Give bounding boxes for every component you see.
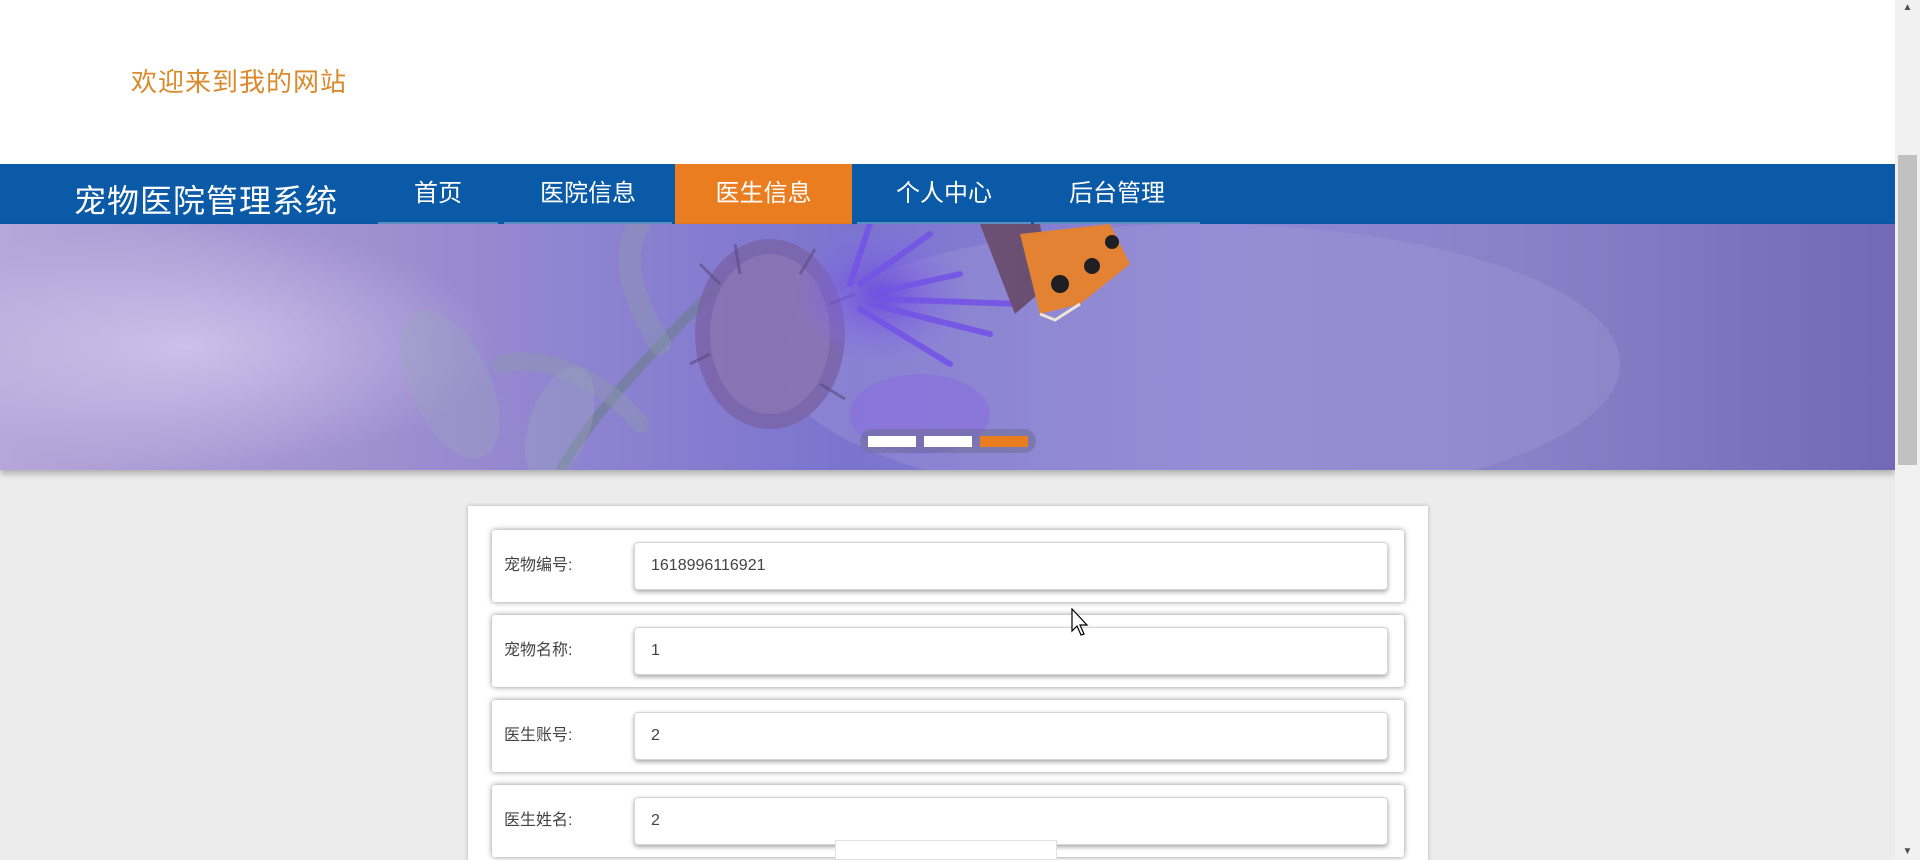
carousel-dot-2[interactable] [924, 436, 972, 447]
carousel-indicators [860, 429, 1036, 453]
detail-form-card: 宠物编号: 宠物名称: 医生账号: 医生姓名: [468, 506, 1428, 860]
site-brand[interactable]: 宠物医院管理系统 [74, 176, 338, 222]
bottom-floating-tab[interactable] [835, 840, 1057, 860]
top-header: 欢迎来到我的网站 [0, 0, 1895, 164]
carousel-dot-3[interactable] [980, 436, 1028, 447]
carousel-dot-1[interactable] [868, 436, 916, 447]
scrollbar-thumb[interactable] [1898, 155, 1917, 465]
page-scrollbar[interactable]: ▲ ▼ [1895, 0, 1920, 860]
pet-name-input[interactable] [634, 627, 1388, 675]
pet-name-label: 宠物名称: [504, 642, 573, 659]
page-viewport: 欢迎来到我的网站 宠物医院管理系统 首页 医院信息 医生信息 个人中心 后台管理 [0, 0, 1895, 860]
doctor-name-label: 医生姓名: [504, 812, 573, 829]
nav-item-hospital-info[interactable]: 医院信息 [504, 164, 672, 224]
welcome-text: 欢迎来到我的网站 [131, 67, 348, 97]
pet-id-input[interactable] [634, 542, 1388, 590]
main-navbar: 宠物医院管理系统 首页 医院信息 医生信息 个人中心 后台管理 [0, 164, 1895, 224]
form-row-doctor-account: 医生账号: [492, 700, 1404, 772]
form-row-pet-id: 宠物编号: [492, 530, 1404, 602]
mouse-cursor-icon [1071, 608, 1089, 636]
nav-item-admin[interactable]: 后台管理 [1034, 164, 1200, 224]
scroll-up-icon[interactable]: ▲ [1895, 0, 1920, 16]
doctor-account-label: 医生账号: [504, 727, 573, 744]
pet-id-label: 宠物编号: [504, 557, 573, 574]
banner-carousel[interactable] [0, 224, 1895, 470]
nav-item-home[interactable]: 首页 [378, 164, 498, 224]
nav-item-doctor-info[interactable]: 医生信息 [675, 164, 852, 224]
form-row-pet-name: 宠物名称: [492, 615, 1404, 687]
doctor-account-input[interactable] [634, 712, 1388, 760]
doctor-name-input[interactable] [634, 797, 1388, 845]
nav-item-personal-center[interactable]: 个人中心 [857, 164, 1031, 224]
scroll-down-icon[interactable]: ▼ [1895, 844, 1920, 860]
